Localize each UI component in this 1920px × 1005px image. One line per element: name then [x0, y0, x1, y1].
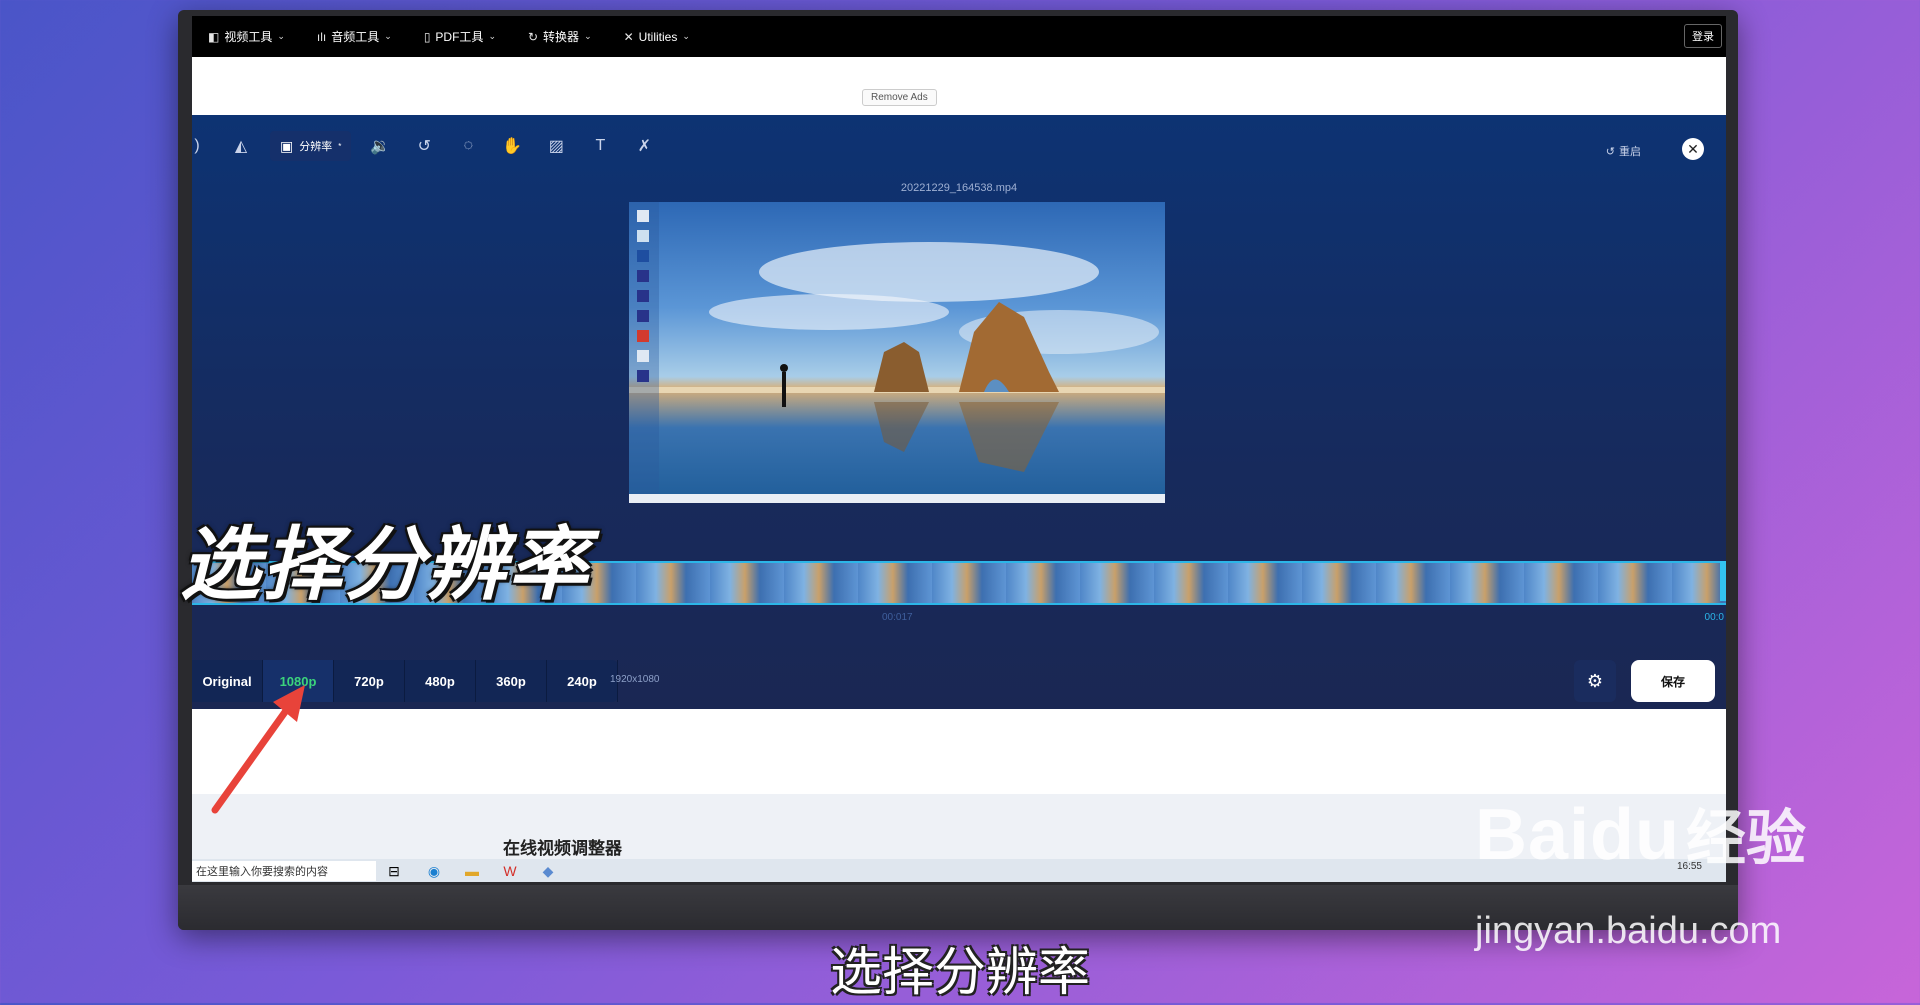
- timeline-current-time: 00:017: [882, 612, 913, 623]
- video-filename: 20221229_164538.mp4: [900, 182, 1018, 194]
- resolution-240p-button[interactable]: 240p: [547, 660, 618, 702]
- resolution-480p-button[interactable]: 480p: [405, 660, 476, 702]
- reset-label: 重启: [1619, 146, 1641, 158]
- nav-label: 音频工具: [331, 30, 380, 44]
- baidu-watermark: Baidu 经验 jingyan.baidu.com: [1475, 790, 1807, 952]
- badge-star-icon: *: [338, 141, 342, 151]
- resolution-360p-button[interactable]: 360p: [476, 660, 547, 702]
- app-icon[interactable]: ◆: [538, 861, 558, 881]
- nav-video-tools[interactable]: ◧ 视频工具 ⌄: [208, 28, 285, 45]
- watermark-logo: Baidu: [1475, 795, 1681, 875]
- convert-icon: ↻: [527, 29, 539, 44]
- preview-taskbar: [629, 494, 1165, 503]
- ad-area: [192, 57, 1726, 115]
- resolution-dimensions: 1920x1080: [610, 674, 660, 685]
- stabilize-icon[interactable]: ✋: [497, 131, 527, 161]
- pdf-icon: ▯: [423, 29, 431, 44]
- watermark-cn: 经验: [1686, 804, 1807, 874]
- resolution-720p-button[interactable]: 720p: [334, 660, 405, 702]
- page-section: [192, 709, 1726, 794]
- watermark-url: jingyan.baidu.com: [1475, 910, 1782, 952]
- resolution-tool[interactable]: ▣ 分辨率 *: [270, 131, 352, 161]
- desktop-wallpaper-image: [629, 202, 1165, 494]
- video-preview: [629, 202, 1165, 503]
- timeline-end-handle[interactable]: [1720, 561, 1726, 601]
- reset-button[interactable]: ↺ 重启: [1606, 143, 1641, 159]
- remove-logo-icon[interactable]: ✗: [629, 131, 659, 161]
- chevron-down-icon: ⌄: [277, 31, 285, 41]
- chevron-down-icon: ⌄: [488, 31, 496, 41]
- edge-icon[interactable]: ◉: [424, 861, 444, 881]
- wps-icon[interactable]: W: [500, 861, 520, 881]
- speed-icon[interactable]: ↺: [409, 131, 439, 161]
- page-title: 在线视频调整器: [503, 839, 622, 859]
- timeline-end-time: 00:0: [1704, 612, 1724, 623]
- nav-label: Utilities: [638, 29, 678, 44]
- undo-icon: ↺: [1605, 145, 1615, 158]
- windows-search-input[interactable]: 在这里输入你要搜索的内容: [192, 861, 376, 881]
- top-navigation: ◧ 视频工具 ⌄ ılı 音频工具 ⌄ ▯ PDF工具 ⌄ ↻ 转换器 ⌄ ✕ …: [192, 16, 1726, 57]
- flip-icon[interactable]: ◭: [226, 131, 256, 161]
- video-icon: ◧: [208, 29, 220, 44]
- chevron-down-icon: ⌄: [682, 31, 690, 41]
- loop-icon[interactable]: ◌: [453, 131, 483, 161]
- overlay-title: 选择分辨率: [180, 518, 590, 611]
- save-button[interactable]: 保存: [1631, 660, 1715, 702]
- text-icon[interactable]: T: [585, 131, 615, 161]
- nav-utilities[interactable]: ✕ Utilities ⌄: [624, 30, 690, 44]
- nav-label: 转换器: [543, 30, 580, 44]
- audio-icon: ılı: [316, 29, 327, 44]
- nav-converter[interactable]: ↻ 转换器 ⌄: [528, 28, 592, 45]
- image-icon[interactable]: ▨: [541, 131, 571, 161]
- volume-icon[interactable]: 🔉: [365, 131, 395, 161]
- chevron-down-icon: ⌄: [584, 31, 592, 41]
- nav-pdf-tools[interactable]: ▯ PDF工具 ⌄: [424, 28, 496, 45]
- folder-icon[interactable]: ▬: [462, 861, 482, 881]
- resolution-tool-label: 分辨率: [299, 141, 333, 153]
- close-icon[interactable]: ✕: [1682, 138, 1704, 160]
- nav-label: 视频工具: [224, 30, 273, 44]
- login-button[interactable]: 登录: [1684, 24, 1722, 48]
- task-view-icon[interactable]: ⊟: [384, 861, 404, 881]
- editor-toolbar: ) ◭ ▣ 分辨率 * 🔉 ↺ ◌ ✋ ▨ T ✗: [192, 131, 673, 161]
- resolution-icon: ▣: [280, 137, 294, 154]
- video-editor: ) ◭ ▣ 分辨率 * 🔉 ↺ ◌ ✋ ▨ T ✗ ↺ 重启 ✕ 20221229…: [192, 115, 1726, 709]
- red-arrow-annotation: [211, 685, 305, 814]
- screen: ◧ 视频工具 ⌄ ılı 音频工具 ⌄ ▯ PDF工具 ⌄ ↻ 转换器 ⌄ ✕ …: [192, 16, 1726, 882]
- remove-ads-button[interactable]: Remove Ads: [862, 89, 937, 106]
- nav-audio-tools[interactable]: ılı 音频工具 ⌄: [317, 28, 392, 45]
- nav-label: PDF工具: [435, 30, 484, 44]
- utilities-icon: ✕: [623, 29, 634, 44]
- chevron-down-icon: ⌄: [384, 31, 392, 41]
- rotate-icon[interactable]: ): [192, 131, 202, 161]
- gear-icon[interactable]: ⚙: [1574, 660, 1616, 702]
